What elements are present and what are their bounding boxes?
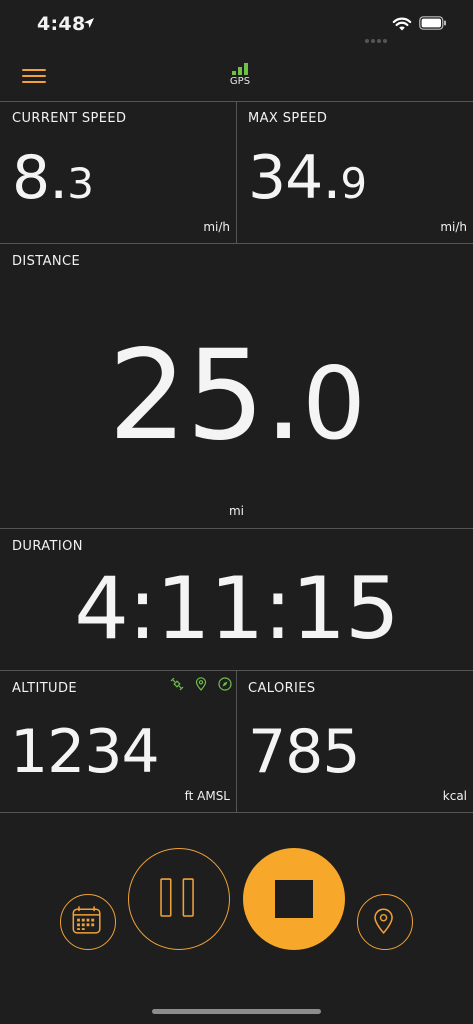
- current-speed-value: 8.3: [12, 143, 94, 213]
- altitude-title: ALTITUDE: [12, 681, 78, 696]
- duration-title: DURATION: [12, 539, 83, 554]
- status-bar: 4:48: [0, 0, 473, 52]
- max-speed-title: MAX SPEED: [248, 111, 328, 126]
- distance-title: DISTANCE: [12, 254, 81, 269]
- menu-button[interactable]: [22, 69, 46, 85]
- altitude-cell: ALTITUDE 1234 ft AMSL: [0, 671, 236, 813]
- location-arrow-icon: [84, 18, 94, 28]
- calories-cell: CALORIES 785 kcal: [236, 671, 473, 813]
- stop-icon: [275, 880, 313, 918]
- status-time: 4:48: [37, 13, 86, 35]
- altitude-unit: ft AMSL: [184, 789, 230, 803]
- stop-button[interactable]: [243, 848, 345, 950]
- max-speed-value: 34.9: [248, 143, 367, 213]
- gps-label: GPS: [229, 76, 251, 87]
- altitude-value: 1234: [10, 717, 160, 787]
- calendar-button[interactable]: [60, 894, 116, 950]
- current-speed-cell: CURRENT SPEED 8.3 mi/h: [0, 101, 236, 244]
- wifi-icon: [392, 17, 412, 31]
- nav-bar: GPS: [0, 52, 473, 102]
- current-speed-title: CURRENT SPEED: [12, 111, 127, 126]
- location-button[interactable]: [357, 894, 413, 950]
- duration-cell: DURATION 4:11:15: [0, 529, 473, 671]
- pause-button[interactable]: [128, 848, 230, 950]
- distance-unit: mi: [228, 504, 245, 518]
- menu-icon: [22, 69, 46, 71]
- gps-signal-icon: [227, 63, 253, 75]
- calories-title: CALORIES: [248, 681, 316, 696]
- gps-status: GPS: [227, 63, 253, 93]
- compass-icon: [218, 677, 232, 691]
- calories-unit: kcal: [442, 789, 467, 803]
- pause-icon: [160, 878, 194, 917]
- max-speed-unit: mi/h: [440, 220, 467, 234]
- satellite-icon: [170, 677, 184, 691]
- map-pin-icon: [195, 677, 207, 691]
- cellular-signal-icon: [365, 28, 389, 47]
- battery-icon: [419, 16, 446, 30]
- location-pin-icon: [374, 908, 393, 934]
- distance-value: 25.0: [108, 324, 366, 468]
- altitude-source-icons: [170, 677, 232, 691]
- distance-cell: DISTANCE 25.0 mi: [0, 244, 473, 529]
- controls-bar: [0, 812, 473, 1024]
- current-speed-unit: mi/h: [203, 220, 230, 234]
- home-indicator[interactable]: [152, 1009, 321, 1014]
- calendar-icon: [72, 906, 101, 934]
- duration-value: 4:11:15: [74, 559, 400, 659]
- max-speed-cell: MAX SPEED 34.9 mi/h: [236, 101, 473, 244]
- calories-value: 785: [248, 717, 361, 787]
